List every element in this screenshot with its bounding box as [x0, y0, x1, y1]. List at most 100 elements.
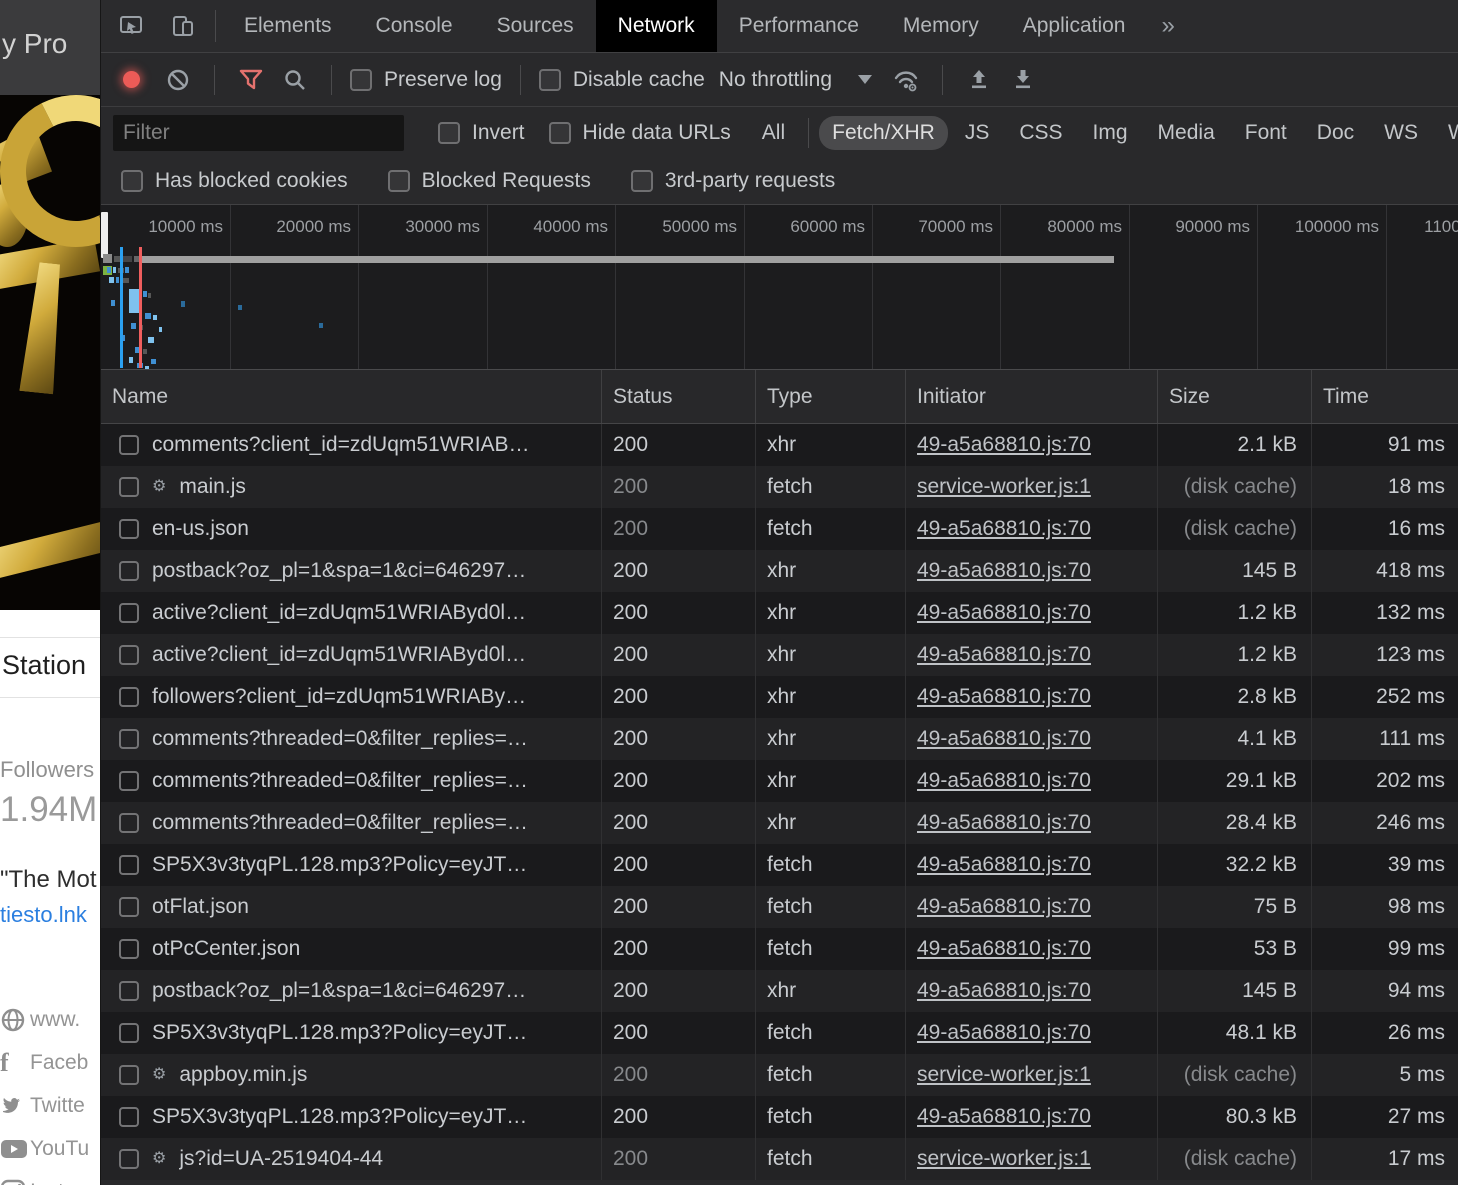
filter-chip-font[interactable]: Font	[1232, 116, 1300, 150]
tab-network[interactable]: Network	[596, 0, 717, 52]
row-checkbox[interactable]	[119, 1023, 139, 1043]
social-link[interactable]: www.	[0, 998, 100, 1041]
disable-cache-checkbox[interactable]	[539, 69, 561, 91]
table-row[interactable]: ⚙main.js200fetchservice-worker.js:1(disk…	[101, 466, 1458, 508]
tab-memory[interactable]: Memory	[881, 0, 1001, 52]
name-cell[interactable]: active?client_id=zdUqm51WRIAByd0l…	[101, 592, 602, 634]
initiator-link[interactable]: service-worker.js:1	[917, 1063, 1091, 1087]
has-blocked-cookies-checkbox[interactable]	[121, 170, 143, 192]
preserve-log-toggle[interactable]: Preserve log	[350, 68, 502, 92]
row-checkbox[interactable]	[119, 477, 139, 497]
initiator-link[interactable]: 49-a5a68810.js:70	[917, 517, 1091, 541]
disable-cache-toggle[interactable]: Disable cache	[539, 68, 705, 92]
social-link[interactable]: YouTu	[0, 1127, 100, 1170]
initiator-link[interactable]: 49-a5a68810.js:70	[917, 1021, 1091, 1045]
table-row[interactable]: active?client_id=zdUqm51WRIAByd0l…200xhr…	[101, 592, 1458, 634]
initiator-link[interactable]: 49-a5a68810.js:70	[917, 895, 1091, 919]
column-header-initiator[interactable]: Initiator	[906, 370, 1158, 423]
row-checkbox[interactable]	[119, 771, 139, 791]
table-row[interactable]: comments?threaded=0&filter_replies=…200x…	[101, 802, 1458, 844]
row-checkbox[interactable]	[119, 645, 139, 665]
record-button[interactable]	[123, 71, 140, 88]
filter-chip-js[interactable]: JS	[952, 116, 1003, 150]
name-cell[interactable]: ⚙js?id=UA-2519404-44	[101, 1138, 602, 1180]
throttling-select[interactable]: No throttling	[719, 68, 872, 92]
social-link[interactable]: Twitte	[0, 1084, 100, 1127]
table-row[interactable]: comments?client_id=zdUqm51WRIAB…200xhr49…	[101, 424, 1458, 466]
row-checkbox[interactable]	[119, 1107, 139, 1127]
filter-chip-doc[interactable]: Doc	[1304, 116, 1367, 150]
initiator-link[interactable]: 49-a5a68810.js:70	[917, 853, 1091, 877]
column-header-time[interactable]: Time	[1312, 370, 1458, 423]
import-har-icon[interactable]	[961, 62, 997, 98]
tab-sources[interactable]: Sources	[475, 0, 596, 52]
blocked-requests-checkbox[interactable]	[388, 170, 410, 192]
initiator-link[interactable]: service-worker.js:1	[917, 475, 1091, 499]
name-cell[interactable]: SP5X3v3tyqPL.128.mp3?Policy=eyJT…	[101, 1012, 602, 1054]
name-cell[interactable]: ⚙main.js	[101, 466, 602, 508]
row-checkbox[interactable]	[119, 435, 139, 455]
network-conditions-icon[interactable]	[888, 62, 924, 98]
filter-input[interactable]	[113, 115, 404, 151]
table-row[interactable]: SP5X3v3tyqPL.128.mp3?Policy=eyJT…200fetc…	[101, 1012, 1458, 1054]
row-checkbox[interactable]	[119, 1149, 139, 1169]
row-checkbox[interactable]	[119, 603, 139, 623]
initiator-link[interactable]: 49-a5a68810.js:70	[917, 769, 1091, 793]
filter-chip-all[interactable]: All	[749, 116, 798, 150]
name-cell[interactable]: otPcCenter.json	[101, 928, 602, 970]
table-row[interactable]: postback?oz_pl=1&spa=1&ci=646297…200xhr4…	[101, 970, 1458, 1012]
device-toolbar-icon[interactable]	[165, 8, 201, 44]
name-cell[interactable]: comments?threaded=0&filter_replies=…	[101, 760, 602, 802]
clear-icon[interactable]	[160, 62, 196, 98]
filter-chip-css[interactable]: CSS	[1006, 116, 1075, 150]
tab-application[interactable]: Application	[1001, 0, 1148, 52]
column-header-name[interactable]: Name	[101, 370, 602, 423]
initiator-link[interactable]: 49-a5a68810.js:70	[917, 433, 1091, 457]
column-header-type[interactable]: Type	[756, 370, 906, 423]
initiator-link[interactable]: 49-a5a68810.js:70	[917, 979, 1091, 1003]
invert-toggle[interactable]: Invert	[438, 121, 525, 145]
name-cell[interactable]: comments?client_id=zdUqm51WRIAB…	[101, 424, 602, 466]
network-overview-timeline[interactable]: 10000 ms20000 ms30000 ms40000 ms50000 ms…	[101, 205, 1458, 370]
table-row[interactable]: postback?oz_pl=1&spa=1&ci=646297…200xhr4…	[101, 550, 1458, 592]
filter-chip-img[interactable]: Img	[1080, 116, 1141, 150]
filter-chip-w[interactable]: W	[1435, 116, 1458, 150]
initiator-link[interactable]: 49-a5a68810.js:70	[917, 643, 1091, 667]
third-party-checkbox[interactable]	[631, 170, 653, 192]
row-checkbox[interactable]	[119, 981, 139, 1001]
table-row[interactable]: en-us.json200fetch49-a5a68810.js:70(disk…	[101, 508, 1458, 550]
tab-performance[interactable]: Performance	[717, 0, 881, 52]
filter-chip-media[interactable]: Media	[1145, 116, 1228, 150]
hide-data-urls-toggle[interactable]: Hide data URLs	[549, 121, 731, 145]
initiator-link[interactable]: 49-a5a68810.js:70	[917, 559, 1091, 583]
column-header-size[interactable]: Size	[1158, 370, 1312, 423]
initiator-link[interactable]: service-worker.js:1	[917, 1147, 1091, 1171]
row-checkbox[interactable]	[119, 813, 139, 833]
timeline-drag-handle[interactable]	[101, 212, 108, 258]
name-cell[interactable]: followers?client_id=zdUqm51WRIABy…	[101, 676, 602, 718]
bio-link[interactable]: tiesto.lnk	[0, 902, 87, 928]
initiator-link[interactable]: 49-a5a68810.js:70	[917, 685, 1091, 709]
third-party-toggle[interactable]: 3rd-party requests	[631, 169, 835, 193]
inspect-element-icon[interactable]	[113, 8, 149, 44]
name-cell[interactable]: comments?threaded=0&filter_replies=…	[101, 802, 602, 844]
name-cell[interactable]: postback?oz_pl=1&spa=1&ci=646297…	[101, 550, 602, 592]
table-row[interactable]: active?client_id=zdUqm51WRIAByd0l…200xhr…	[101, 634, 1458, 676]
initiator-link[interactable]: 49-a5a68810.js:70	[917, 601, 1091, 625]
table-row[interactable]: followers?client_id=zdUqm51WRIABy…200xhr…	[101, 676, 1458, 718]
table-row[interactable]: SP5X3v3tyqPL.128.mp3?Policy=eyJT…200fetc…	[101, 1096, 1458, 1138]
table-row[interactable]: ⚙js?id=UA-2519404-44200fetchservice-work…	[101, 1138, 1458, 1180]
initiator-link[interactable]: 49-a5a68810.js:70	[917, 811, 1091, 835]
row-checkbox[interactable]	[119, 687, 139, 707]
name-cell[interactable]: active?client_id=zdUqm51WRIAByd0l…	[101, 634, 602, 676]
initiator-link[interactable]: 49-a5a68810.js:70	[917, 727, 1091, 751]
row-checkbox[interactable]	[119, 519, 139, 539]
filter-chip-fetch-xhr[interactable]: Fetch/XHR	[819, 116, 948, 150]
export-har-icon[interactable]	[1005, 62, 1041, 98]
name-cell[interactable]: SP5X3v3tyqPL.128.mp3?Policy=eyJT…	[101, 844, 602, 886]
name-cell[interactable]: ⚙appboy.min.js	[101, 1054, 602, 1096]
social-link[interactable]: fFaceb	[0, 1041, 100, 1084]
column-header-status[interactable]: Status	[602, 370, 756, 423]
table-row[interactable]: comments?threaded=0&filter_replies=…200x…	[101, 760, 1458, 802]
table-row[interactable]: otPcCenter.json200fetch49-a5a68810.js:70…	[101, 928, 1458, 970]
